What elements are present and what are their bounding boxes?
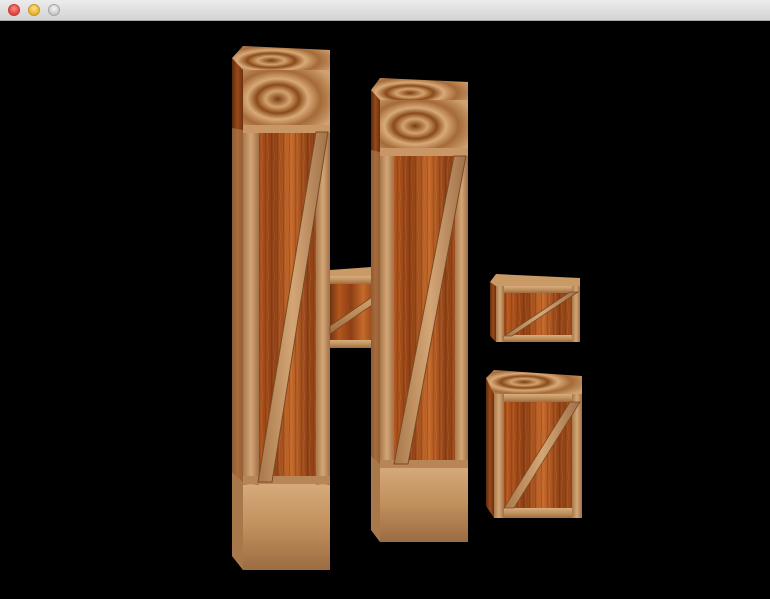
crate-stem-small [486, 370, 582, 518]
zoom-window-button[interactable] [48, 4, 60, 16]
crate-dot-small [490, 274, 580, 342]
crate-pillar-left [232, 46, 330, 570]
render-viewport[interactable] [0, 21, 770, 599]
minimize-window-button[interactable] [28, 4, 40, 16]
scene-canvas [232, 46, 582, 570]
crate-pillar-right [371, 78, 468, 542]
close-window-button[interactable] [8, 4, 20, 16]
app-window [0, 0, 770, 599]
title-bar[interactable] [0, 0, 770, 21]
